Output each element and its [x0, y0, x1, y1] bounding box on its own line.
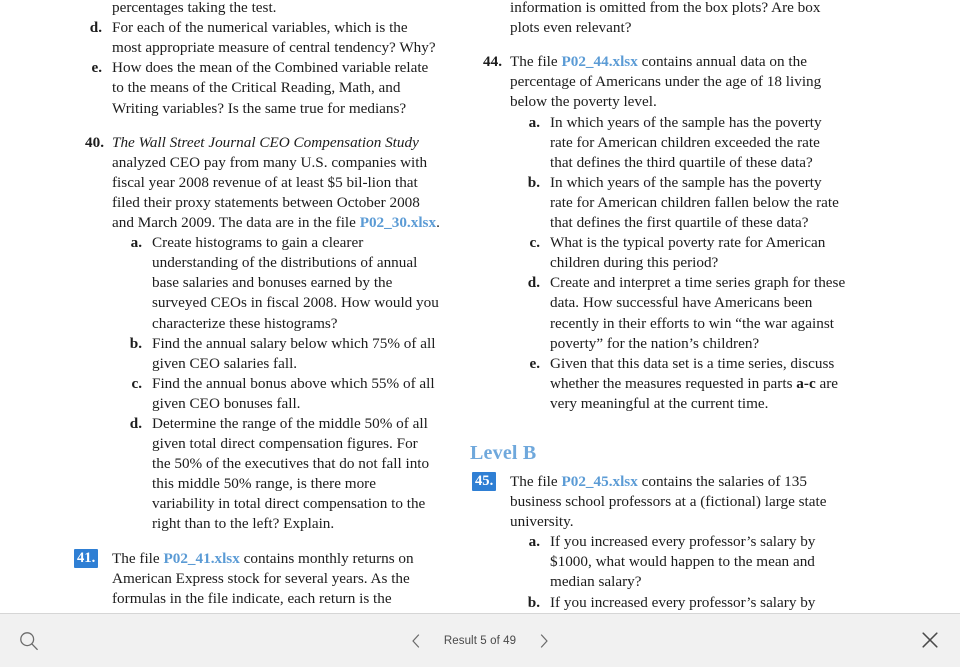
sub-part-item: b. Given that these are time series vari… — [484, 0, 846, 38]
sub-part-text: What is the typical poverty rate for Ame… — [550, 234, 826, 272]
sub-part-item: d. For each of the numerical variables, … — [86, 18, 440, 58]
sub-part-letter: e. — [91, 59, 102, 77]
file-link[interactable]: P02_44.xlsx — [561, 53, 637, 70]
pdf-reader-screen: c. Find the mean, median, and mode of th… — [0, 0, 960, 667]
sub-part-letter: e. — [529, 354, 540, 372]
close-find-button[interactable] — [916, 626, 944, 654]
next-result-button[interactable] — [534, 630, 554, 652]
sub-part-text: Find the annual salary below which 75% o… — [152, 334, 436, 372]
sub-part-text: Create and interpret a time series graph… — [550, 274, 846, 352]
sub-part-text: If you increased every professor’s salar… — [550, 593, 816, 611]
exercise-number-highlighted: 41. — [74, 548, 99, 568]
sub-parts-list: c. Find the mean, median, and mode of th… — [72, 0, 440, 119]
sub-part-letter: a. — [528, 533, 540, 551]
exercise-lead-text: The file — [112, 549, 164, 567]
sub-part-item: c. Find the annual bonus above which 55%… — [126, 374, 440, 414]
sub-part-letter: d. — [129, 414, 142, 432]
sub-parts-list: b. Given that these are time series vari… — [470, 0, 846, 38]
exercise-number: 44. — [483, 53, 502, 71]
sub-part-letter: b. — [527, 173, 540, 191]
sub-part-item: a. If you increased every professor’s sa… — [524, 532, 846, 592]
sub-parts-list: a. If you increased every professor’s sa… — [510, 532, 846, 613]
chevron-left-icon — [410, 633, 422, 649]
exercise-lead-italic: The Wall Street Journal CEO Compensation… — [112, 133, 419, 151]
exercise-number-highlighted: 45. — [472, 471, 497, 491]
sub-part-item: c. Find the mean, median, and mode of th… — [86, 0, 440, 18]
sub-part-letter: d. — [527, 274, 540, 292]
exercise-lead-text: The file — [510, 53, 562, 71]
sub-part-text: Create histograms to gain a clearer unde… — [152, 234, 439, 332]
result-counter-label: Result 5 of 49 — [443, 635, 517, 647]
file-link[interactable]: P02_45.xlsx — [561, 473, 637, 490]
sub-part-letter: c. — [529, 234, 540, 252]
sub-part-item: d. Determine the range of the middle 50%… — [126, 414, 440, 535]
sub-part-item: b. If you increased every professor’s sa… — [524, 593, 846, 613]
previous-result-button[interactable] — [406, 630, 426, 652]
document-viewport[interactable]: c. Find the mean, median, and mode of th… — [0, 0, 960, 613]
sub-part-text: Find the mean, median, and mode of the s… — [112, 0, 277, 17]
level-b-heading: Level B — [470, 441, 537, 464]
close-icon — [920, 630, 940, 650]
sub-part-bold-ref: a-c — [796, 374, 816, 392]
exercise-lead-paragraph: The file P02_45.xlsx contains the salari… — [510, 472, 846, 532]
chevron-right-icon — [538, 633, 550, 649]
find-toolbar: Result 5 of 49 — [0, 613, 960, 667]
right-column-continuation-block: b. Given that these are time series vari… — [470, 0, 846, 38]
sub-part-text: In which years of the sample has the pov… — [550, 173, 839, 232]
left-column-continuation-block: c. Find the mean, median, and mode of th… — [72, 0, 440, 119]
sub-part-item: b. In which years of the sample has the … — [524, 173, 846, 233]
sub-part-text: For each of the numerical variables, whi… — [112, 19, 436, 57]
exercise-number: 40. — [85, 133, 104, 151]
sub-part-text: Find the annual bonus above which 55% of… — [152, 374, 435, 412]
sub-part-text: Determine the range of the middle 50% of… — [152, 414, 430, 533]
sub-part-item: a. Create histograms to gain a clearer u… — [126, 233, 440, 333]
sub-part-item: a. In which years of the sample has the … — [524, 113, 846, 173]
sub-part-letter: b. — [527, 593, 540, 611]
sub-part-text: Given that this data set is a time serie… — [550, 354, 835, 392]
sub-part-item: e. How does the mean of the Combined var… — [86, 58, 440, 118]
sub-part-text: In which years of the sample has the pov… — [550, 113, 822, 171]
sub-part-letter: a. — [528, 113, 540, 131]
sub-part-item: c. What is the typical poverty rate for … — [524, 233, 846, 273]
result-navigation-group: Result 5 of 49 — [0, 628, 960, 654]
sub-part-letter: c. — [131, 374, 142, 392]
left-text-column: c. Find the mean, median, and mode of th… — [72, 0, 440, 613]
sub-part-item: d. Create and interpret a time series gr… — [524, 273, 846, 353]
file-link[interactable]: P02_41.xlsx — [163, 550, 239, 567]
sub-part-letter: d. — [89, 19, 102, 37]
exercise-lead-text: The file — [510, 472, 562, 490]
file-link[interactable]: P02_30.xlsx — [360, 214, 436, 231]
sub-part-text: If you increased every professor’s salar… — [550, 533, 816, 591]
exercise-40: 40. The Wall Street Journal CEO Compensa… — [72, 133, 440, 535]
sub-part-text: Given that these are time series variabl… — [510, 0, 821, 37]
sub-part-item: b. Find the annual salary below which 75… — [126, 334, 440, 374]
sub-part-letter: b. — [129, 334, 142, 352]
exercise-45: 45. The file P02_45.xlsx contains the sa… — [470, 471, 846, 613]
sub-part-item: e. Given that this data set is a time se… — [524, 354, 846, 414]
exercise-lead-paragraph: The Wall Street Journal CEO Compensation… — [112, 133, 440, 233]
sub-parts-list: a. In which years of the sample has the … — [510, 113, 846, 414]
exercise-44: 44. The file P02_44.xlsx contains annual… — [470, 52, 846, 414]
exercise-41: 41. The file P02_41.xlsx contains monthl… — [72, 548, 440, 613]
exercise-lead-paragraph: The file P02_44.xlsx contains annual dat… — [510, 52, 846, 112]
sub-part-letter: a. — [130, 234, 142, 252]
right-text-column: b. Given that these are time series vari… — [470, 0, 846, 613]
exercise-lead-paragraph: The file P02_41.xlsx contains monthly re… — [112, 549, 440, 613]
sub-part-text: How does the mean of the Combined variab… — [112, 59, 429, 117]
sub-parts-list: a. Create histograms to gain a clearer u… — [112, 233, 440, 534]
exercise-lead-tail: . — [436, 214, 440, 232]
